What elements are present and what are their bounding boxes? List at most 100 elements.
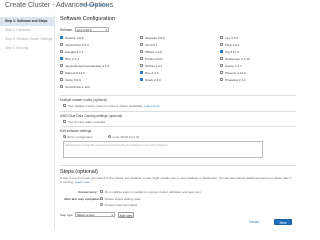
application-label: Mahout 0.13.0	[65, 71, 85, 75]
application-option[interactable]: Oozie 5.0.0	[60, 78, 120, 83]
load-json-label: Load JSON from S3	[112, 135, 140, 139]
application-option[interactable]: Sqoop 1.4.7	[220, 64, 280, 69]
application-checkbox[interactable]	[140, 57, 143, 61]
auto-terminate-radio[interactable]	[100, 203, 103, 207]
application-checkbox[interactable]	[140, 36, 143, 40]
concurrency-option[interactable]: Run multiple steps in parallel to improv…	[100, 190, 201, 194]
application-checkbox[interactable]	[60, 43, 63, 47]
step-type-select[interactable]: Select a step ▾	[75, 212, 115, 217]
concurrency-checkbox[interactable]	[100, 190, 103, 194]
glue-option[interactable]: Use for Hive table metadata	[63, 120, 105, 124]
sidebar-step-4[interactable]: Step 4: Security	[0, 44, 55, 53]
application-checkbox[interactable]	[140, 78, 143, 82]
application-option[interactable]: Ganglia 3.7.2	[60, 50, 120, 55]
application-option[interactable]: MXNet 1.3.1	[140, 64, 200, 69]
sidebar-step-3[interactable]: Step 3: General Cluster Settings	[0, 35, 55, 44]
application-option[interactable]: Presto 0.214	[140, 57, 200, 62]
divider	[60, 126, 296, 127]
application-checkbox[interactable]	[60, 78, 63, 82]
load-json-option[interactable]: Load JSON from S3	[108, 135, 139, 139]
release-select[interactable]: emr-5.20.0 ▾	[75, 27, 109, 32]
cancel-button[interactable]: Cancel	[246, 219, 262, 225]
software-configuration-title: Software Configuration	[60, 16, 115, 22]
application-option[interactable]: Livy 0.5.0	[220, 36, 280, 41]
application-option[interactable]: JupyterEnterpriseGateway 2.1.0	[60, 64, 120, 69]
auto-terminate-option[interactable]: Clusters auto-terminates	[100, 203, 137, 207]
application-checkbox[interactable]	[140, 71, 143, 75]
application-checkbox[interactable]	[220, 71, 223, 75]
application-option[interactable]: ZooKeeper 3.4.13	[220, 57, 280, 62]
wizard-steps-sidebar: Step 1: Software and Steps Step 2: Hardw…	[0, 15, 55, 229]
application-label: Spark 2.4.0	[145, 78, 161, 82]
application-label: JupyterEnterpriseGateway 2.1.0	[65, 64, 110, 68]
application-checkbox[interactable]	[220, 43, 223, 47]
application-option[interactable]: HBase 1.4.8	[140, 50, 200, 55]
load-json-radio[interactable]	[108, 135, 111, 139]
steps-description-text: A step is a unit of work you submit to t…	[60, 176, 292, 184]
application-checkbox[interactable]	[60, 57, 63, 61]
glue-hive-checkbox[interactable]	[63, 120, 66, 124]
add-step-button[interactable]: Add step	[118, 211, 134, 218]
page-header: Create Cluster - Advanced Options Go to …	[0, 0, 300, 15]
concurrency-label: Concurrency:	[78, 190, 98, 194]
application-checkbox[interactable]	[60, 36, 63, 40]
learn-more-link[interactable]: Learn more	[144, 104, 159, 108]
application-checkbox[interactable]	[60, 71, 63, 75]
application-option[interactable]: Phoenix 4.14.0	[220, 71, 280, 76]
waiting-state-radio[interactable]	[100, 197, 103, 201]
chevron-down-icon: ▾	[111, 213, 113, 217]
application-option[interactable]: JupyterHub 0.9.4	[60, 43, 120, 48]
next-button[interactable]: Next	[274, 219, 292, 225]
application-option[interactable]: Mahout 0.13.0	[60, 71, 120, 76]
application-option[interactable]: Pig 0.17.0	[220, 50, 280, 55]
divider	[60, 111, 296, 112]
application-option[interactable]: Tez 0.9.1	[140, 43, 200, 48]
application-checkbox[interactable]	[220, 36, 223, 40]
application-option[interactable]: Zeppelin 0.8.0	[140, 36, 200, 41]
multi-master-title: Multiple master nodes (optional)	[60, 98, 107, 102]
divider	[60, 95, 296, 96]
application-label: Oozie 5.0.0	[65, 78, 81, 82]
application-checkbox[interactable]	[220, 50, 223, 54]
application-checkbox[interactable]	[60, 85, 63, 89]
application-label: ZooKeeper 3.4.13	[225, 57, 250, 61]
application-label: Flink 1.6.2	[225, 43, 240, 47]
application-checkbox[interactable]	[220, 57, 223, 61]
sidebar-step-1[interactable]: Step 1: Software and Steps	[0, 17, 55, 26]
waiting-state-option[interactable]: Cluster enters waiting state	[100, 197, 141, 201]
application-label: HBase 1.4.8	[145, 50, 163, 54]
steps-title: Steps (optional)	[60, 169, 98, 175]
application-label: HCatalog 2.3.4	[225, 78, 246, 82]
application-checkbox[interactable]	[220, 78, 223, 82]
application-label: Ganglia 3.7.2	[65, 50, 84, 54]
application-option[interactable]: HCatalog 2.3.4	[220, 78, 280, 83]
application-checkbox[interactable]	[220, 64, 223, 68]
enter-configuration-option[interactable]: Enter configuration	[63, 135, 93, 139]
go-to-quick-options-link[interactable]: Go to quick options	[81, 3, 109, 7]
main-content: Software Configuration Release emr-5.20.…	[60, 15, 296, 229]
sidebar-step-2[interactable]: Step 2: Hardware	[0, 26, 55, 35]
application-option[interactable]: Hue 4.3.0	[140, 71, 200, 76]
application-checkbox[interactable]	[140, 43, 143, 47]
edit-software-settings-title: Edit software settings	[60, 129, 92, 133]
glue-option-label: Use for Hive table metadata	[68, 120, 106, 124]
application-label: Tez 0.9.1	[145, 43, 158, 47]
application-checkbox[interactable]	[60, 64, 63, 68]
application-option[interactable]: Hadoop 2.8.5	[60, 36, 120, 41]
release-label: Release	[60, 28, 73, 32]
multi-master-option[interactable]: Use multiple master nodes to improve clu…	[63, 104, 160, 108]
application-checkbox[interactable]	[60, 50, 63, 54]
application-option[interactable]: Spark 2.4.0	[140, 78, 200, 83]
application-option[interactable]: Hive 2.3.4	[60, 57, 120, 62]
application-checkbox[interactable]	[140, 50, 143, 54]
application-label: Zeppelin 0.8.0	[145, 36, 165, 40]
enter-configuration-radio[interactable]	[63, 135, 66, 139]
steps-learn-more-link[interactable]: Learn more	[75, 180, 90, 184]
application-label: Hue 4.3.0	[145, 71, 159, 75]
release-select-value: emr-5.20.0	[77, 28, 92, 32]
application-checkbox[interactable]	[140, 64, 143, 68]
multi-master-checkbox[interactable]	[63, 104, 66, 108]
application-option[interactable]: TensorFlow 1.12.0	[60, 85, 120, 90]
software-settings-textarea[interactable]: classification=config-file-name,properti…	[63, 141, 263, 158]
application-option[interactable]: Flink 1.6.2	[220, 43, 280, 48]
